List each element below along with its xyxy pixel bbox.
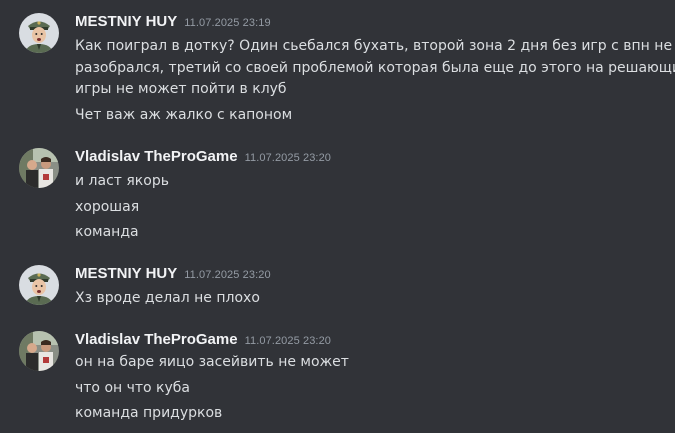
author-name[interactable]: MESTNIY HUY bbox=[75, 13, 177, 30]
message-text: игры не может пойти в клуб bbox=[75, 81, 287, 97]
message-text: и ласт якорь bbox=[75, 173, 169, 189]
timestamp[interactable]: 11.07.2025 23:19 bbox=[184, 17, 270, 29]
policeman-avatar-icon bbox=[19, 265, 59, 305]
group-photo-avatar-icon bbox=[19, 148, 59, 188]
avatar[interactable] bbox=[19, 13, 59, 53]
policeman-avatar-icon bbox=[19, 13, 59, 53]
avatar[interactable] bbox=[19, 265, 59, 305]
timestamp[interactable]: 11.07.2025 23:20 bbox=[245, 152, 331, 164]
message-text: хорошая bbox=[75, 199, 140, 215]
message-text: Как поиграл в дотку? Один сьебался бухат… bbox=[75, 38, 673, 54]
message-header: MESTNIY HUY 11.07.2025 23:19 bbox=[75, 13, 271, 33]
message-header: Vladislav TheProGame 11.07.2025 23:20 bbox=[75, 331, 331, 351]
chat-messages: MESTNIY HUY 11.07.2025 23:19 Как поиграл… bbox=[0, 0, 675, 433]
avatar[interactable] bbox=[19, 148, 59, 188]
timestamp[interactable]: 11.07.2025 23:20 bbox=[184, 269, 270, 281]
message-text: команда придурков bbox=[75, 405, 223, 421]
message-text: Чет важ аж жалко с капоном bbox=[75, 107, 293, 123]
group-photo-avatar-icon bbox=[19, 331, 59, 371]
message-header: MESTNIY HUY 11.07.2025 23:20 bbox=[75, 265, 271, 285]
message-header: Vladislav TheProGame 11.07.2025 23:20 bbox=[75, 148, 331, 168]
author-name[interactable]: Vladislav TheProGame bbox=[75, 331, 238, 348]
author-name[interactable]: Vladislav TheProGame bbox=[75, 148, 238, 165]
avatar[interactable] bbox=[19, 331, 59, 371]
message-text: Хз вроде делал не плохо bbox=[75, 290, 260, 306]
message-text: команда bbox=[75, 224, 139, 240]
author-name[interactable]: MESTNIY HUY bbox=[75, 265, 177, 282]
message-text: что он что куба bbox=[75, 380, 191, 396]
message-text: он на баре яицо засейвить не может bbox=[75, 354, 349, 370]
timestamp[interactable]: 11.07.2025 23:20 bbox=[245, 335, 331, 347]
message-text: разобрался, третий со своей проблемой ко… bbox=[75, 60, 675, 76]
